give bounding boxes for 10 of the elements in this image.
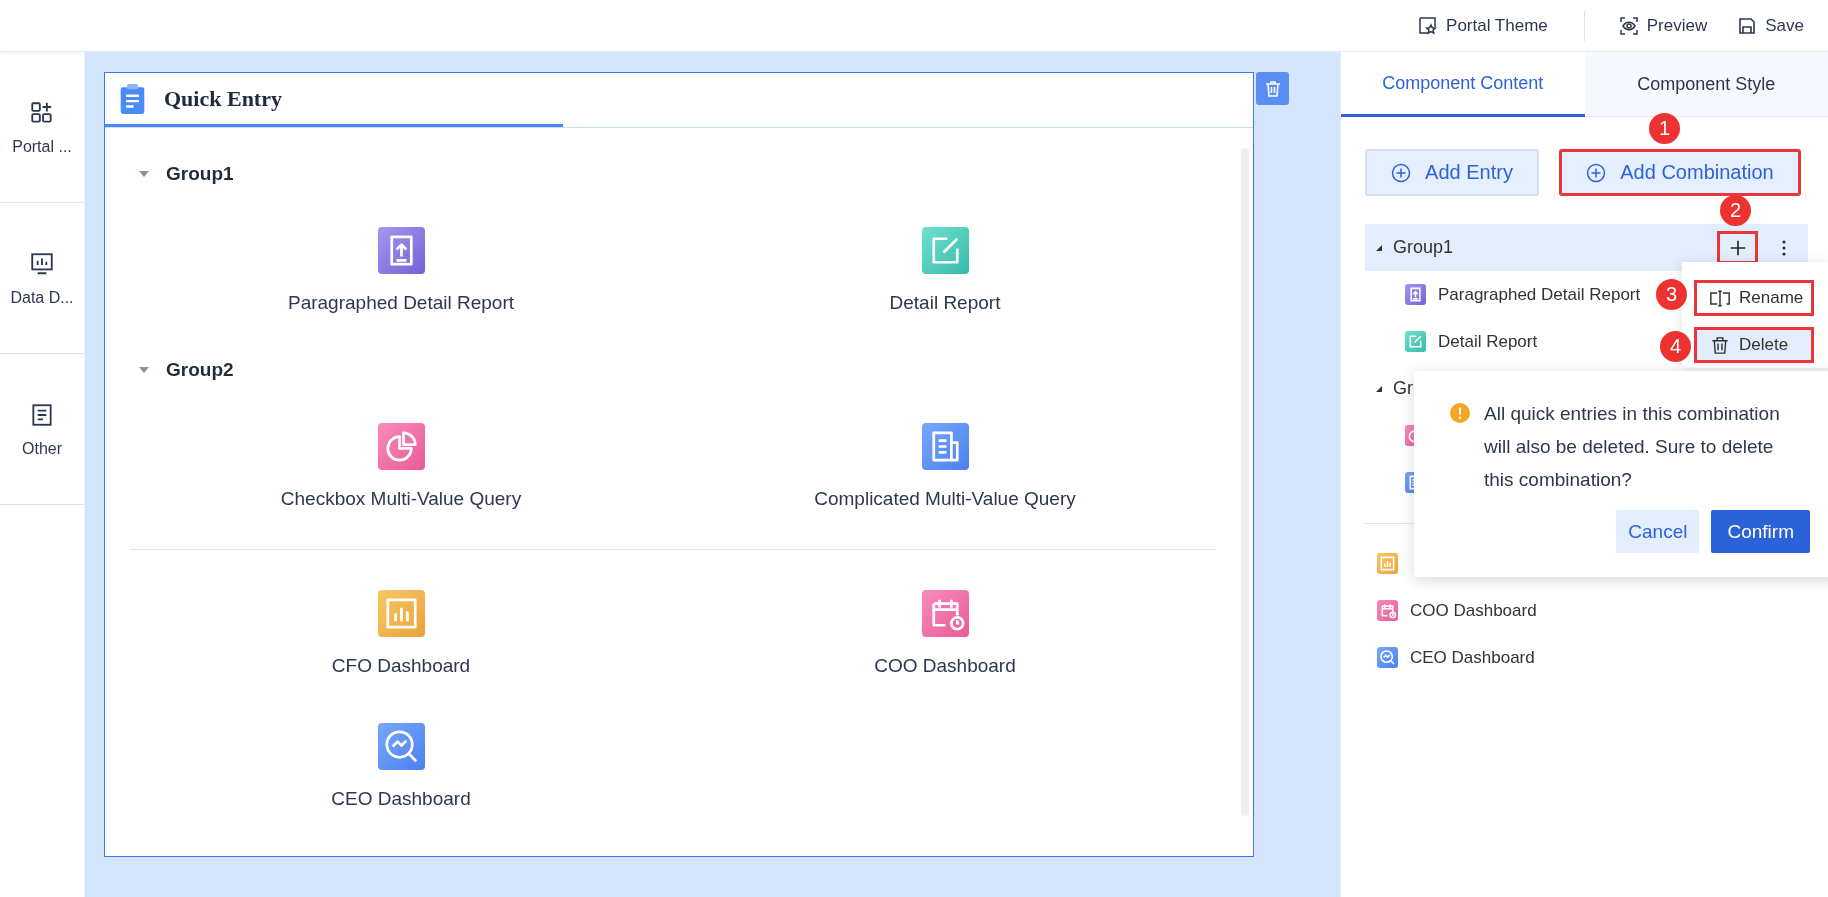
step-badge: 1 <box>1649 113 1680 144</box>
group-title: Group1 <box>166 163 234 185</box>
step-badge: 4 <box>1660 331 1691 362</box>
confirm-message: All quick entries in this combination will also be deleted. Sure to delete this combination? <box>1484 402 1781 492</box>
step-badge: 3 <box>1656 279 1687 310</box>
group-title: Group2 <box>166 359 234 381</box>
group-label: Group1 <box>1393 237 1454 258</box>
group-label: Gr <box>1393 378 1413 399</box>
step-badge: 2 <box>1720 195 1751 226</box>
card-title: Quick Entry <box>164 85 282 112</box>
